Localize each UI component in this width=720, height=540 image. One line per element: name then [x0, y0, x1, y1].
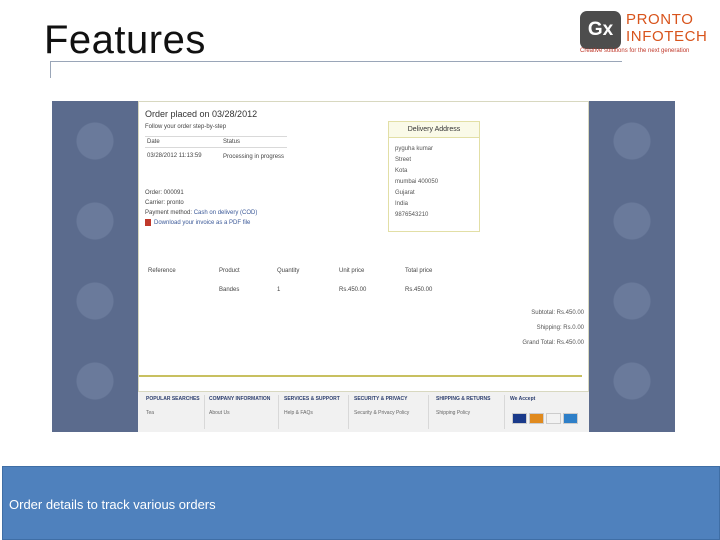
background-pattern-right: [589, 101, 675, 432]
footer-divider: [278, 395, 279, 429]
order-screenshot: Order placed on 03/28/2012 Follow your o…: [52, 101, 675, 432]
product-reference: [145, 287, 219, 293]
footer-divider: [204, 395, 205, 429]
product-unit-price: Rs.450.00: [339, 287, 367, 293]
carrier: Carrier: pronto: [145, 200, 184, 206]
page-bottom-rule: [139, 375, 582, 377]
mastercard-icon: [529, 413, 544, 424]
product-quantity: 1: [277, 287, 281, 293]
subtotal: Subtotal: Rs.450.00: [531, 310, 584, 316]
invoice-row[interactable]: Download your invoice as a PDF file: [145, 218, 257, 228]
footer-link[interactable]: About Us: [209, 410, 230, 416]
title-rule-tick: [50, 61, 51, 78]
payment-method: Payment method: Cash on delivery (COD): [145, 208, 257, 218]
history-header-row: Date Status: [145, 137, 287, 148]
footer-link[interactable]: Help & FAQs: [284, 410, 313, 416]
footer-heading-security-privacy: SECURITY & PRIVACY: [354, 396, 408, 402]
history-header-date: Date: [147, 139, 160, 145]
address-line: India: [395, 201, 409, 207]
footer-divider: [504, 395, 505, 429]
order-number: Order: 000091: [145, 190, 184, 196]
delivery-address-box: Delivery Address pyguha kumar Street Kot…: [388, 121, 480, 232]
address-line: pyguha kumar: [395, 146, 434, 152]
amex-card-icon: [563, 413, 578, 424]
footer-heading-company-information: COMPANY INFORMATION: [209, 396, 271, 402]
grand-total: Grand Total: Rs.450.00: [522, 340, 584, 346]
footer-link[interactable]: Security & Privacy Policy: [354, 410, 409, 416]
header-unit-price: Unit price: [339, 268, 365, 274]
company-logo: Gx PRONTO INFOTECH Creative solutions fo…: [580, 8, 708, 58]
address-line: Gujarat: [395, 190, 415, 196]
address-line: Kota: [395, 168, 408, 174]
background-pattern-left: [52, 101, 138, 432]
logo-name-line2: INFOTECH: [626, 28, 708, 45]
product-name: Bandes: [219, 287, 240, 293]
footer-heading-shipping-returns: SHIPPING & RETURNS: [436, 396, 491, 402]
slide-caption: Order details to track various orders: [9, 497, 216, 512]
footer-link[interactable]: Tea: [146, 410, 154, 416]
site-footer: POPULAR SEARCHES Tea COMPANY INFORMATION…: [138, 392, 589, 432]
order-details-page: Order placed on 03/28/2012 Follow your o…: [138, 101, 589, 392]
discover-card-icon: [546, 413, 561, 424]
visa-card-icon: [512, 413, 527, 424]
shipping-total: Shipping: Rs.0.00: [536, 325, 584, 331]
footer-heading-popular-searches: POPULAR SEARCHES: [146, 396, 200, 402]
footer-heading-services-support: SERVICES & SUPPORT: [284, 396, 340, 402]
footer-divider: [348, 395, 349, 429]
order-subtitle: Follow your order step-by-step: [145, 124, 227, 130]
table-row: Bandes 1 Rs.450.00 Rs.450.00: [145, 287, 585, 293]
table-row: 03/28/2012 11:13:59 Processing in progre…: [145, 148, 287, 161]
invoice-download-link[interactable]: Download your invoice as a PDF file: [154, 220, 250, 226]
address-line: Street: [395, 157, 412, 163]
header-total-price: Total price: [405, 268, 433, 274]
payment-label: Payment method:: [145, 210, 193, 216]
products-header-row: Reference Product Quantity Unit price To…: [145, 268, 585, 274]
logo-tagline: Creative solutions for the next generati…: [580, 48, 690, 54]
order-info: Order: 000091 Carrier: pronto Payment me…: [145, 188, 257, 228]
logo-name-line1: PRONTO: [626, 11, 694, 28]
delivery-address-lines: pyguha kumar Street Kota mumbai 400050 G…: [389, 144, 479, 221]
order-history-table: Date Status 03/28/2012 11:13:59 Processi…: [145, 136, 287, 161]
order-title: Order placed on 03/28/2012: [145, 109, 258, 119]
logo-mark: Gx: [580, 11, 621, 49]
history-date: 03/28/2012 11:13:59: [147, 153, 202, 159]
pdf-icon: [145, 218, 151, 226]
header-product: Product: [219, 268, 240, 274]
history-header-status: Status: [223, 139, 241, 145]
address-line: mumbai 400050: [395, 179, 439, 185]
footer-heading-we-accept: We Accept: [510, 396, 536, 402]
order-totals: Subtotal: Rs.450.00 Shipping: Rs.0.00 Gr…: [522, 306, 584, 351]
footer-link[interactable]: Shipping Policy: [436, 410, 470, 416]
history-status: Processing in progress: [223, 154, 285, 160]
products-table: Reference Product Quantity Unit price To…: [145, 268, 585, 293]
header-quantity: Quantity: [277, 268, 300, 274]
title-underline: [50, 61, 622, 62]
footer-divider: [428, 395, 429, 429]
payment-value: Cash on delivery (COD): [193, 210, 258, 216]
product-total-price: Rs.450.00: [405, 287, 433, 293]
header-reference: Reference: [148, 268, 176, 274]
payment-cards: [512, 413, 578, 424]
caption-bar: Order details to track various orders: [2, 466, 720, 540]
slide-title: Features: [44, 18, 206, 62]
address-line: 9876543210: [395, 212, 429, 218]
delivery-address-header: Delivery Address: [389, 122, 479, 138]
